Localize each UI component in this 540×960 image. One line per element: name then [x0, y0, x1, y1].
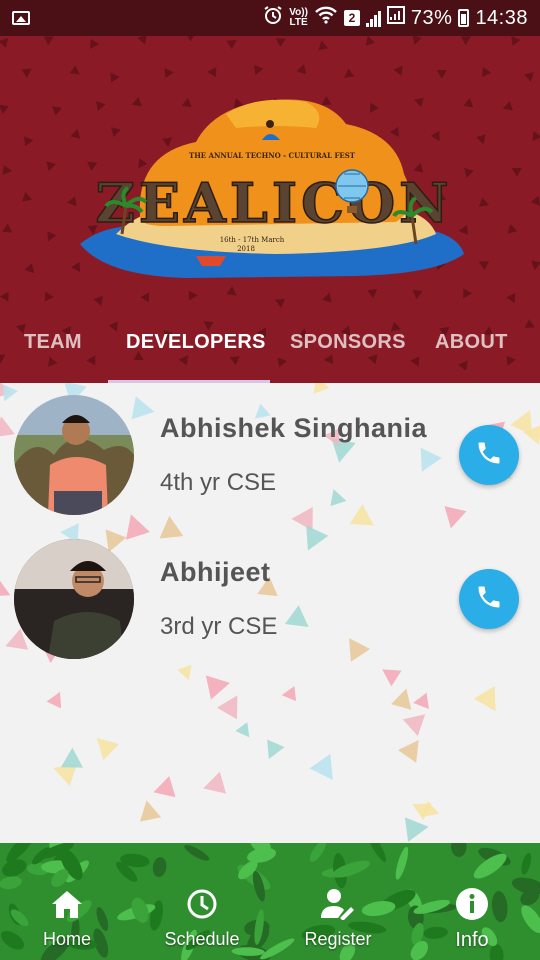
clock-time: 14:38 [475, 6, 528, 29]
list-item: Abhijeet 3rd yr CSE [0, 535, 540, 665]
volte-indicator: Vo)) LTE [289, 8, 308, 28]
tab-about[interactable]: ABOUT [435, 322, 508, 362]
add-user-icon [321, 887, 355, 921]
tab-sponsors[interactable]: SPONSORS [290, 322, 406, 362]
clock-icon [185, 887, 219, 921]
home-icon [50, 887, 84, 921]
phone-icon [475, 583, 503, 616]
app-header: THE ANNUAL TECHNO - CULTURAL FEST ZEALIC… [0, 36, 540, 383]
developer-year: 4th yr CSE [160, 469, 277, 496]
call-button[interactable] [459, 425, 519, 485]
logo-year: 2018 [237, 245, 255, 253]
phone-icon [475, 439, 503, 472]
avatar [14, 395, 134, 515]
alarm-icon [263, 5, 283, 31]
developer-name: Abhishek Singhania [160, 413, 428, 443]
info-icon [455, 887, 489, 921]
developer-name: Abhijeet [160, 557, 271, 587]
logo-tagline: THE ANNUAL TECHNO - CULTURAL FEST [189, 151, 356, 160]
nav-register[interactable]: Register [278, 887, 398, 950]
logo-wordmark: ZEALICON [95, 171, 452, 235]
developer-year: 3rd yr CSE [160, 613, 278, 640]
logo-dates: 16th - 17th March [220, 236, 285, 244]
image-icon [12, 11, 30, 25]
nav-label: Register [304, 929, 372, 949]
nav-home[interactable]: Home [7, 887, 127, 950]
zealicon-logo: THE ANNUAL TECHNO - CULTURAL FEST ZEALIC… [80, 99, 464, 278]
nav-label: Home [42, 929, 91, 949]
signal-icon [365, 9, 381, 27]
battery-percent: 73% [410, 6, 453, 29]
nav-label: Schedule [164, 929, 240, 949]
wifi-icon [314, 5, 338, 31]
signal-icon-secondary [386, 6, 405, 30]
nav-info[interactable]: Info [412, 887, 532, 952]
nav-label: Info [455, 929, 489, 951]
volte-bottom-text: LTE [289, 17, 308, 28]
bottom-navigation: Home Schedule Register Info [0, 843, 540, 960]
avatar [14, 539, 134, 659]
status-bar: Vo)) LTE 2 73% 14:38 [0, 0, 540, 36]
list-item: Abhishek Singhania 4th yr CSE [0, 391, 540, 521]
nav-schedule[interactable]: Schedule [142, 887, 262, 950]
tab-developers[interactable]: DEVELOPERS [126, 322, 266, 362]
call-button[interactable] [459, 569, 519, 629]
developers-list[interactable]: Abhishek Singhania 4th yr CSE Abhijeet 3… [0, 383, 540, 843]
tab-bar: TEAM DEVELOPERS SPONSORS ABOUT [0, 322, 540, 383]
battery-icon [458, 9, 470, 27]
tab-team[interactable]: TEAM [24, 322, 82, 362]
sim-badge: 2 [343, 10, 360, 26]
